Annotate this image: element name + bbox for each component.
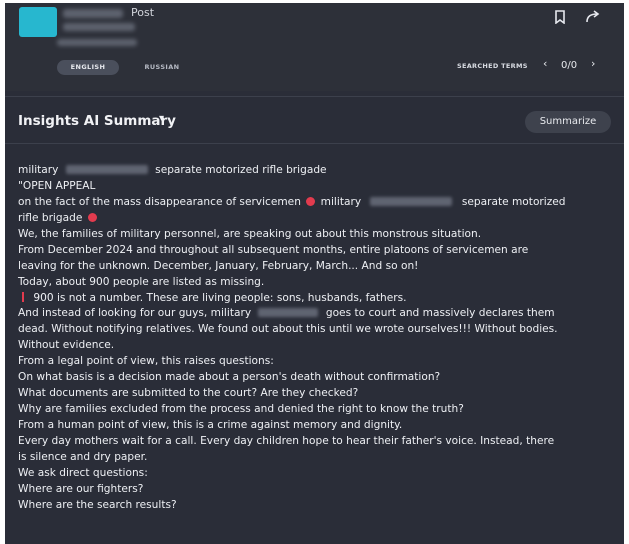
search-term-count: 0/0 bbox=[561, 60, 578, 71]
summary-text-segment: rifle brigade bbox=[18, 211, 83, 224]
redacted-text bbox=[65, 165, 148, 174]
summary-line: Today, about 900 people are listed as mi… bbox=[18, 275, 265, 288]
redacted-text bbox=[258, 308, 319, 318]
summary-text-segment: military bbox=[18, 164, 59, 176]
exclamation-emoji-icon bbox=[22, 291, 24, 302]
share-arrow-icon[interactable] bbox=[585, 10, 601, 23]
divider bbox=[5, 143, 624, 144]
red-circle-emoji-icon bbox=[87, 212, 97, 222]
summary-text-segment: military bbox=[320, 195, 362, 208]
summary-line: is silence and dry paper. bbox=[18, 450, 148, 463]
redacted-author bbox=[63, 9, 123, 18]
summary-text-segment: on the fact of the mass disappearance of… bbox=[18, 195, 301, 208]
redacted-text bbox=[370, 196, 453, 206]
summary-line: dead. Without notifying relatives. We fo… bbox=[18, 323, 558, 336]
summary-line: on the fact of the mass disappearance of… bbox=[18, 195, 618, 211]
post-panel: Post ENGLISH RUSSIAN SEARCHED TERMS ‹ 0/… bbox=[5, 3, 624, 544]
language-tab-russian[interactable]: RUSSIAN bbox=[133, 60, 191, 75]
summary-text-segment: separate motorized bbox=[461, 195, 566, 208]
summary-line: Without evidence. bbox=[18, 339, 115, 352]
insights-title[interactable]: Insights AI Summary bbox=[18, 113, 176, 129]
summary-line: Where are our fighters? bbox=[18, 482, 144, 495]
post-header: Post ENGLISH RUSSIAN SEARCHED TERMS ‹ 0/… bbox=[5, 3, 624, 91]
post-avatar[interactable] bbox=[19, 7, 57, 37]
summary-text-segment: separate motorized rifle brigade bbox=[155, 164, 327, 176]
searched-terms-label: SEARCHED TERMS bbox=[457, 62, 528, 70]
summary-text-segment: goes to court and massively declares the… bbox=[325, 307, 555, 320]
summary-line: rifle brigade bbox=[18, 211, 618, 227]
bookmark-icon[interactable] bbox=[554, 10, 566, 24]
summary-line: Every day mothers wait for a call. Every… bbox=[18, 434, 555, 447]
summary-line: From a human point of view, this is a cr… bbox=[18, 419, 403, 431]
summary-line: "OPEN APPEAL bbox=[18, 179, 96, 192]
summary-line: From a legal point of view, this raises … bbox=[18, 355, 274, 368]
divider bbox=[5, 96, 624, 97]
summary-text-segment: 900 is not a number. These are living pe… bbox=[33, 291, 407, 304]
summary-line: Why are families excluded from the proce… bbox=[18, 403, 464, 416]
summary-line: And instead of looking for our guys, mil… bbox=[18, 306, 618, 322]
summary-line: leaving for the unknown. December, Janua… bbox=[18, 259, 419, 272]
summary-line: 900 is not a number. These are living pe… bbox=[18, 291, 618, 307]
summary-line: From December 2024 and throughout all su… bbox=[18, 243, 529, 256]
summary-line: We, the families of military personnel, … bbox=[18, 227, 482, 240]
post-type-label: Post bbox=[131, 6, 155, 19]
red-circle-emoji-icon bbox=[306, 196, 316, 206]
redacted-meta bbox=[63, 23, 135, 31]
summary-line: We ask direct questions: bbox=[18, 466, 148, 479]
next-term-button[interactable]: › bbox=[591, 57, 595, 70]
summary-line: Where are the search results? bbox=[18, 498, 177, 511]
redacted-meta bbox=[57, 39, 137, 46]
chevron-down-icon[interactable]: ▾ bbox=[159, 113, 164, 124]
prev-term-button[interactable]: ‹ bbox=[543, 57, 547, 70]
summary-text: military separate motorized rifle brigad… bbox=[18, 163, 618, 514]
summary-line: military separate motorized rifle brigad… bbox=[18, 163, 618, 179]
summarize-button[interactable]: Summarize bbox=[525, 111, 611, 133]
summary-line: On what basis is a decision made about a… bbox=[18, 371, 441, 384]
summary-text-segment: And instead of looking for our guys, mil… bbox=[18, 307, 252, 320]
language-tab-english[interactable]: ENGLISH bbox=[57, 60, 119, 75]
summary-line: What documents are submitted to the cour… bbox=[18, 387, 359, 400]
